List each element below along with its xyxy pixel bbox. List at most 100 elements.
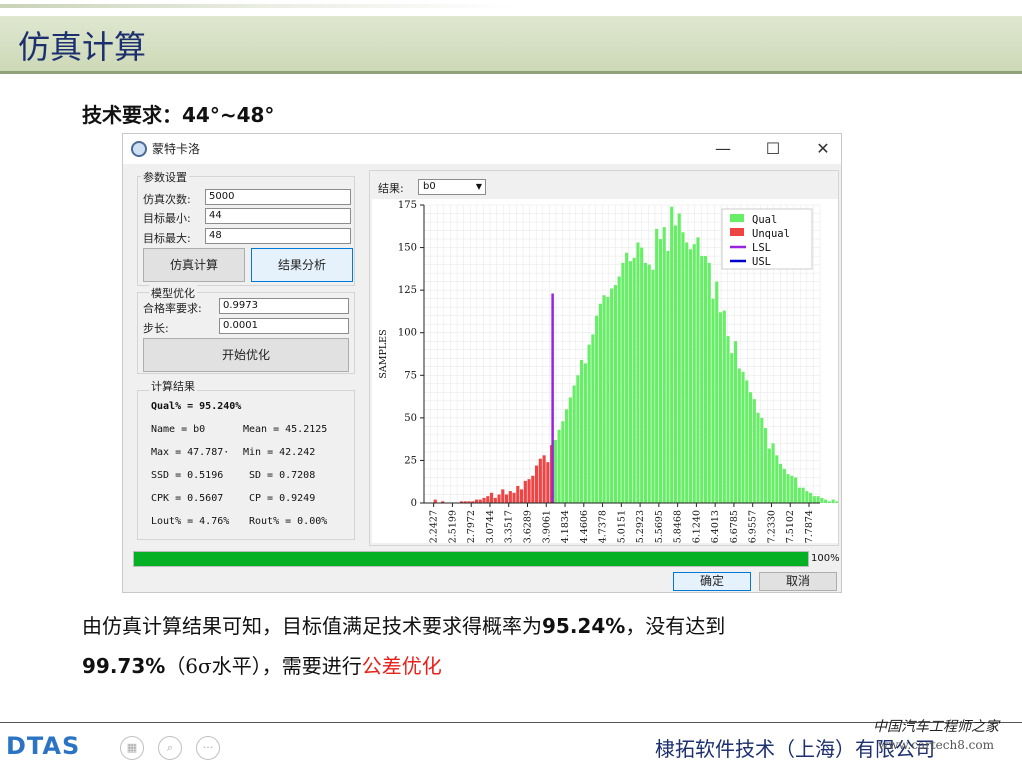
histogram-bar <box>557 429 561 503</box>
more-icon[interactable]: ··· <box>196 736 220 760</box>
zoom-icon[interactable]: ⌕ <box>158 736 182 760</box>
minimize-button[interactable]: — <box>703 137 743 161</box>
histogram-bar <box>831 499 835 503</box>
result-rout: Rout% = 0.00% <box>249 516 328 527</box>
histogram-bar <box>613 285 617 503</box>
histogram-bar <box>793 477 798 503</box>
histogram-bar <box>493 497 497 503</box>
histogram-bar <box>565 409 569 503</box>
histogram-bar <box>531 475 535 503</box>
y-tick-label: 150 <box>398 243 417 254</box>
histogram-bar <box>737 368 741 503</box>
target-max-input[interactable]: 48 <box>205 228 351 244</box>
histogram-bar <box>647 264 651 503</box>
ok-button[interactable]: 确定 <box>673 572 751 591</box>
legend-label: Qual <box>752 214 777 226</box>
histogram-chart: 0 25 50 75 100 125 150 175 42.2427 42.5199 42.7972… <box>372 199 838 543</box>
histogram-bar <box>617 276 621 503</box>
histogram-bar <box>726 336 730 503</box>
histogram-bar <box>527 479 531 503</box>
x-tick-label: 45.8468 <box>673 510 684 543</box>
histogram-bar <box>482 497 486 503</box>
step-input[interactable]: 0.0001 <box>219 318 349 334</box>
conclusion-1b: 95.24% <box>542 614 626 638</box>
watermark-title: 中国汽车工程师之家 <box>873 719 999 735</box>
histogram-bar <box>636 242 640 503</box>
histogram-bar <box>715 281 719 503</box>
target-min-label: 目标最小: <box>143 212 191 225</box>
histogram-bar <box>568 397 572 503</box>
x-tick-label: 47.7874 <box>804 510 815 543</box>
histogram-bar <box>756 412 760 503</box>
home-icon[interactable]: ▦ <box>120 736 144 760</box>
x-tick-label: 44.4606 <box>579 510 590 543</box>
histogram-bar <box>583 363 587 503</box>
histogram-bar <box>809 492 813 503</box>
histogram-bar <box>722 310 726 503</box>
result-cp: CP = 0.9249 <box>249 493 316 504</box>
histogram-bar <box>677 213 681 503</box>
step-label: 步长: <box>143 322 169 335</box>
histogram-bar <box>666 250 670 503</box>
params-group-label: 参数设置 <box>141 169 189 185</box>
histogram-bar <box>508 491 512 503</box>
result-select-value: b0 <box>423 181 436 192</box>
histogram-bar <box>643 262 648 503</box>
histogram-bar <box>718 312 723 503</box>
requirement-text: 技术要求：44°~48° <box>82 103 275 127</box>
histogram-bar <box>489 492 494 503</box>
analyze-button[interactable]: 结果分析 <box>251 248 353 282</box>
target-min-input[interactable]: 44 <box>205 208 351 224</box>
maximize-button[interactable]: ☐ <box>753 137 793 161</box>
pass-rate-input[interactable]: 0.9973 <box>219 298 349 314</box>
monte-carlo-window: 蒙特卡洛 — ☐ ✕ 参数设置 仿真次数: 5000 目标最小: 44 目标最大… <box>122 133 842 593</box>
window-titlebar: 蒙特卡洛 — ☐ ✕ <box>123 134 841 164</box>
x-tick-label: 46.4013 <box>710 510 721 543</box>
sim-count-label: 仿真次数: <box>143 193 191 206</box>
simulate-button[interactable]: 仿真计算 <box>143 248 245 282</box>
result-sd: SD = 0.7208 <box>249 470 316 481</box>
histogram-bar <box>497 494 501 503</box>
plot-panel: 结果: b0 ▼ 0 25 50 75 100 125 150 175 42.2427 42.51… <box>369 170 839 546</box>
close-button[interactable]: ✕ <box>803 137 843 161</box>
start-optimize-button[interactable]: 开始优化 <box>143 338 349 372</box>
qual-percent: Qual% = 95.240% <box>151 401 241 412</box>
x-tick-label: 43.0744 <box>485 510 496 543</box>
histogram-bar <box>730 353 734 503</box>
histogram-bar <box>685 242 689 503</box>
histogram-bar <box>576 375 580 503</box>
histogram-bar <box>486 496 490 503</box>
x-tick-label: 45.2923 <box>635 510 646 543</box>
histogram-bar <box>711 298 715 503</box>
x-tick-label: 46.1240 <box>691 510 702 543</box>
conclusion-line-2: 99.73%（6σ水平），需要进行公差优化 <box>82 650 442 679</box>
x-tick-label: 46.9557 <box>748 510 759 543</box>
result-lout: Lout% = 4.76% <box>151 516 230 527</box>
sim-count-input[interactable]: 5000 <box>205 189 351 205</box>
conclusion-2a: 99.73% <box>82 654 166 678</box>
histogram-bar <box>651 269 655 503</box>
optimize-group-label: 模型优化 <box>149 285 197 301</box>
x-tick-label: 46.6785 <box>729 510 740 543</box>
histogram-bar <box>778 463 783 503</box>
x-tick-label: 42.2427 <box>429 510 440 543</box>
slide-title: 仿真计算 <box>18 28 147 66</box>
result-ssd: SSD = 0.5196 <box>151 470 224 481</box>
y-tick-label: 175 <box>398 200 417 211</box>
histogram-bar <box>602 295 606 503</box>
progress-fill <box>134 552 808 566</box>
legend-swatch <box>730 228 744 236</box>
histogram-bar <box>516 485 520 503</box>
histogram-bar <box>692 244 696 503</box>
result-select[interactable]: b0 ▼ <box>418 179 486 195</box>
result-mean: Mean = 45.2125 <box>243 424 328 435</box>
cancel-button[interactable]: 取消 <box>759 572 837 591</box>
histogram-bar <box>782 468 786 503</box>
histogram-bar <box>580 359 584 503</box>
histogram-bar <box>542 455 546 503</box>
histogram-bar <box>763 428 768 503</box>
histogram-bar <box>640 247 644 503</box>
histogram-bar <box>553 439 557 503</box>
histogram-bar <box>748 392 753 503</box>
result-name: Name = b0 <box>151 424 206 435</box>
